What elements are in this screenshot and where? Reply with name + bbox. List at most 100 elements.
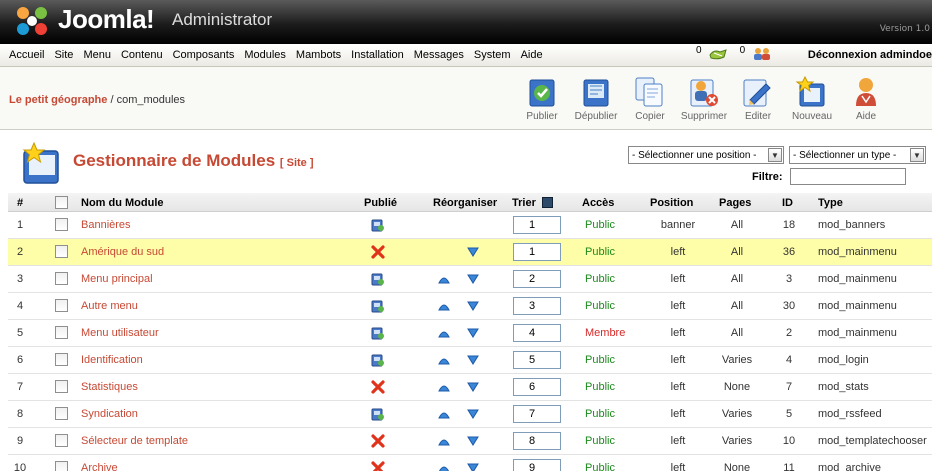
row-checkbox[interactable]	[55, 299, 68, 312]
editer-button[interactable]: Editer	[731, 71, 785, 127]
access-link[interactable]: Public	[585, 354, 615, 366]
menu-item[interactable]: Aide	[516, 49, 548, 61]
nouveau-button[interactable]: Nouveau	[785, 71, 839, 127]
type-filter-select[interactable]: - Sélectionner un type - ▼	[789, 146, 926, 164]
copier-button[interactable]: Copier	[623, 71, 677, 127]
d-publier-button[interactable]: Dépublier	[569, 71, 623, 127]
move-down-icon[interactable]	[467, 301, 479, 311]
move-up-icon[interactable]	[438, 274, 450, 284]
access-link[interactable]: Public	[585, 246, 615, 258]
filter-input[interactable]	[790, 168, 906, 185]
move-up-icon[interactable]	[438, 463, 450, 471]
menu-item[interactable]: Modules	[239, 49, 291, 61]
access-link[interactable]: Public	[585, 381, 615, 393]
move-up-icon[interactable]	[438, 382, 450, 392]
order-input[interactable]: 4	[513, 324, 561, 342]
row-checkbox[interactable]	[55, 380, 68, 393]
menu-item[interactable]: Menu	[78, 49, 116, 61]
menu-item[interactable]: Site	[49, 49, 78, 61]
access-link[interactable]: Public	[585, 408, 615, 420]
access-link[interactable]: Public	[585, 219, 615, 231]
row-checkbox[interactable]	[55, 353, 68, 366]
move-down-icon[interactable]	[467, 355, 479, 365]
order-input[interactable]: 7	[513, 405, 561, 423]
header-published[interactable]: Publié	[364, 197, 397, 209]
supprimer-button[interactable]: Supprimer	[677, 71, 731, 127]
menu-item[interactable]: Composants	[168, 49, 240, 61]
row-checkbox[interactable]	[55, 245, 68, 258]
logout-link[interactable]: Déconnexion admindoe	[808, 49, 932, 61]
module-name-link[interactable]: Sélecteur de template	[81, 435, 188, 447]
aide-button[interactable]: Aide	[839, 71, 893, 127]
order-input[interactable]: 1	[513, 216, 561, 234]
move-down-icon[interactable]	[467, 274, 479, 284]
select-all-checkbox[interactable]	[55, 196, 68, 209]
published-icon[interactable]	[371, 218, 385, 232]
move-up-icon[interactable]	[438, 301, 450, 311]
header-name[interactable]: Nom du Module	[81, 197, 164, 209]
header-order[interactable]: Trier	[512, 196, 553, 209]
move-up-icon[interactable]	[438, 355, 450, 365]
module-name-link[interactable]: Statistiques	[81, 381, 138, 393]
row-checkbox[interactable]	[55, 218, 68, 231]
module-name-link[interactable]: Autre menu	[81, 300, 138, 312]
menu-item[interactable]: Accueil	[4, 49, 49, 61]
order-input[interactable]: 3	[513, 297, 561, 315]
menu-item[interactable]: Messages	[409, 49, 469, 61]
position-filter-select[interactable]: - Sélectionner une position - ▼	[628, 146, 784, 164]
order-input[interactable]: 2	[513, 270, 561, 288]
access-link[interactable]: Public	[585, 300, 615, 312]
move-down-icon[interactable]	[467, 436, 479, 446]
menu-item[interactable]: System	[469, 49, 516, 61]
row-checkbox[interactable]	[55, 272, 68, 285]
move-up-icon[interactable]	[438, 436, 450, 446]
move-up-icon[interactable]	[438, 328, 450, 338]
header-id[interactable]: ID	[782, 197, 793, 209]
module-name-link[interactable]: Identification	[81, 354, 143, 366]
online-users-icon[interactable]	[751, 47, 773, 61]
move-up-icon[interactable]	[438, 409, 450, 419]
unpublished-icon[interactable]	[371, 434, 385, 448]
messages-icon[interactable]	[708, 47, 728, 61]
unpublished-icon[interactable]	[371, 380, 385, 394]
order-input[interactable]: 5	[513, 351, 561, 369]
published-icon[interactable]	[371, 407, 385, 421]
row-checkbox[interactable]	[55, 407, 68, 420]
publier-button[interactable]: Publier	[515, 71, 569, 127]
order-input[interactable]: 9	[513, 459, 561, 471]
row-checkbox[interactable]	[55, 434, 68, 447]
published-icon[interactable]	[371, 326, 385, 340]
header-position[interactable]: Position	[650, 197, 693, 209]
access-link[interactable]: Public	[585, 435, 615, 447]
save-order-icon[interactable]	[541, 196, 553, 208]
module-name-link[interactable]: Menu utilisateur	[81, 327, 159, 339]
move-down-icon[interactable]	[467, 328, 479, 338]
move-down-icon[interactable]	[467, 463, 479, 471]
move-down-icon[interactable]	[467, 409, 479, 419]
row-checkbox[interactable]	[55, 326, 68, 339]
published-icon[interactable]	[371, 272, 385, 286]
module-name-link[interactable]: Bannières	[81, 219, 131, 231]
header-access[interactable]: Accès	[582, 197, 614, 209]
order-input[interactable]: 1	[513, 243, 561, 261]
module-name-link[interactable]: Syndication	[81, 408, 138, 420]
module-name-link[interactable]: Menu principal	[81, 273, 153, 285]
published-icon[interactable]	[371, 299, 385, 313]
move-down-icon[interactable]	[467, 382, 479, 392]
module-name-link[interactable]: Amérique du sud	[81, 246, 164, 258]
access-link[interactable]: Public	[585, 462, 615, 471]
access-link[interactable]: Public	[585, 273, 615, 285]
header-type[interactable]: Type	[818, 197, 843, 209]
module-name-link[interactable]: Archive	[81, 462, 118, 471]
unpublished-icon[interactable]	[371, 461, 385, 471]
order-input[interactable]: 8	[513, 432, 561, 450]
breadcrumb-site[interactable]: Le petit géographe	[9, 94, 107, 106]
unpublished-icon[interactable]	[371, 245, 385, 259]
move-down-icon[interactable]	[467, 247, 479, 257]
order-input[interactable]: 6	[513, 378, 561, 396]
published-icon[interactable]	[371, 353, 385, 367]
menu-item[interactable]: Installation	[346, 49, 409, 61]
menu-item[interactable]: Mambots	[291, 49, 346, 61]
menu-item[interactable]: Contenu	[116, 49, 168, 61]
access-link[interactable]: Membre	[585, 327, 625, 339]
